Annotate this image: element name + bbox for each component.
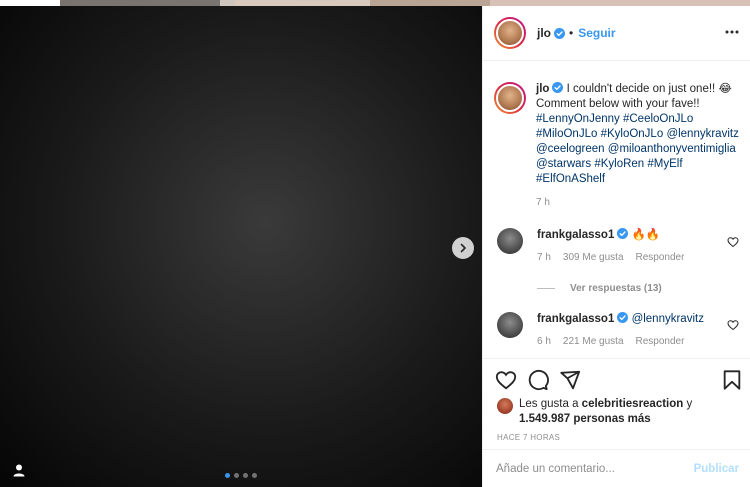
commenter-avatar[interactable] <box>497 312 523 338</box>
caption-tail: Comment below with your fave!! <box>536 98 700 110</box>
chevron-right-icon <box>460 243 466 253</box>
verified-badge-icon <box>617 228 629 239</box>
heart-icon[interactable] <box>495 369 517 391</box>
post-sidebar: jlo • Seguir jlo I couldn't decide on ju… <box>482 6 750 487</box>
commenter-username[interactable]: frankgalasso1 <box>537 229 614 241</box>
hashtag-link[interactable]: #KyloRen <box>594 158 644 170</box>
comment-meta: 7 h 309 Me gusta Responder <box>537 252 727 263</box>
header-separator: • <box>569 26 574 40</box>
caption-emoji: 😂 <box>718 83 732 95</box>
add-comment-bar: Publicar <box>483 449 750 487</box>
liker-username[interactable]: celebritiesreaction <box>582 398 684 410</box>
mention-link[interactable]: @miloanthonyventimiglia <box>608 143 736 155</box>
heart-icon[interactable] <box>727 319 739 331</box>
heart-icon[interactable] <box>727 236 739 248</box>
user-tag-icon[interactable] <box>12 463 26 477</box>
verified-badge-icon <box>552 82 564 93</box>
bookmark-icon[interactable] <box>721 369 743 391</box>
comment-mention-link[interactable]: @lennykravitz <box>632 313 704 325</box>
carousel-dot <box>243 473 248 478</box>
reply-button[interactable]: Responder <box>636 336 685 347</box>
comment-input[interactable] <box>496 462 686 475</box>
comment-timestamp[interactable]: 7 h <box>537 252 551 263</box>
carousel-dot <box>225 473 230 478</box>
reply-button[interactable]: Responder <box>636 252 685 263</box>
commenter-avatar[interactable] <box>497 228 523 254</box>
replies-divider <box>537 288 555 289</box>
likes-prefix: Les gusta a <box>519 398 579 410</box>
likes-connector: y <box>686 398 693 410</box>
comment-meta: 6 h 221 Me gusta Responder <box>537 336 727 347</box>
comment-likes-count[interactable]: 309 Me gusta <box>563 252 624 263</box>
comment-body: frankgalasso1 🔥🔥 7 h 309 Me gusta Respon… <box>537 228 727 263</box>
hashtag-link[interactable]: #MyElf <box>647 158 682 170</box>
carousel-indicator <box>225 473 257 478</box>
author-username[interactable]: jlo <box>537 26 551 40</box>
hashtag-link[interactable]: #MiloOnJLo <box>536 128 597 140</box>
liker-avatar[interactable] <box>497 398 513 414</box>
mention-link[interactable]: @lennykravitz <box>666 128 738 140</box>
comment-item: frankgalasso1 @lennykravitz 6 h 221 Me g… <box>497 312 747 347</box>
photo-placeholder <box>0 6 482 487</box>
share-icon[interactable] <box>559 369 581 391</box>
comments-section: jlo I couldn't decide on just one!! 😂 Co… <box>483 62 750 358</box>
carousel-dot <box>252 473 257 478</box>
hashtag-link[interactable]: #CeeloOnJLo <box>623 113 693 125</box>
mention-link[interactable]: @starwars <box>536 158 591 170</box>
comment-likes-count[interactable]: 221 Me gusta <box>563 336 624 347</box>
likes-text: Les gusta a celebritiesreaction y 1.549.… <box>519 397 719 427</box>
caption-timestamp[interactable]: 7 h <box>536 195 744 210</box>
more-options-icon[interactable] <box>725 29 739 35</box>
commenter-username[interactable]: frankgalasso1 <box>537 313 614 325</box>
comment-text-line: frankgalasso1 🔥🔥 <box>537 228 727 243</box>
post-header: jlo • Seguir <box>483 6 750 61</box>
comment-icon[interactable] <box>527 369 549 391</box>
likes-count[interactable]: 1.549.987 personas más <box>519 413 651 425</box>
comment-item: frankgalasso1 🔥🔥 7 h 309 Me gusta Respon… <box>497 228 747 263</box>
follow-button[interactable]: Seguir <box>578 26 615 40</box>
post-media[interactable] <box>0 6 482 487</box>
hashtag-link[interactable]: #KyloOnJLo <box>601 128 664 140</box>
carousel-dot <box>234 473 239 478</box>
comment-timestamp[interactable]: 6 h <box>537 336 551 347</box>
hashtag-link[interactable]: #ElfOnAShelf <box>536 173 605 185</box>
post-dialog: jlo • Seguir jlo I couldn't decide on ju… <box>0 6 750 487</box>
caption: jlo I couldn't decide on just one!! 😂 Co… <box>494 82 744 210</box>
likes-summary: Les gusta a celebritiesreaction y 1.549.… <box>497 397 719 427</box>
carousel-next-button[interactable] <box>452 237 474 259</box>
verified-badge-icon <box>617 312 629 323</box>
comment-text-line: frankgalasso1 @lennykravitz <box>537 312 727 327</box>
comment-text: 🔥🔥 <box>631 229 661 241</box>
author-avatar[interactable] <box>494 17 526 49</box>
hashtag-link[interactable]: #LennyOnJenny <box>536 113 620 125</box>
comment-body: frankgalasso1 @lennykravitz 6 h 221 Me g… <box>537 312 727 347</box>
mention-link[interactable]: @ceelogreen <box>536 143 605 155</box>
verified-badge-icon <box>554 27 565 39</box>
publish-button[interactable]: Publicar <box>694 463 739 475</box>
view-replies-label: Ver respuestas (13) <box>570 283 662 294</box>
view-replies-button[interactable]: Ver respuestas (13) <box>537 283 662 294</box>
caption-avatar[interactable] <box>494 82 526 114</box>
caption-username[interactable]: jlo <box>536 83 549 95</box>
caption-lead: I couldn't decide on just one!! <box>566 83 716 95</box>
post-age[interactable]: HACE 7 HORAS <box>497 433 560 442</box>
caption-text: jlo I couldn't decide on just one!! 😂 Co… <box>536 82 744 210</box>
